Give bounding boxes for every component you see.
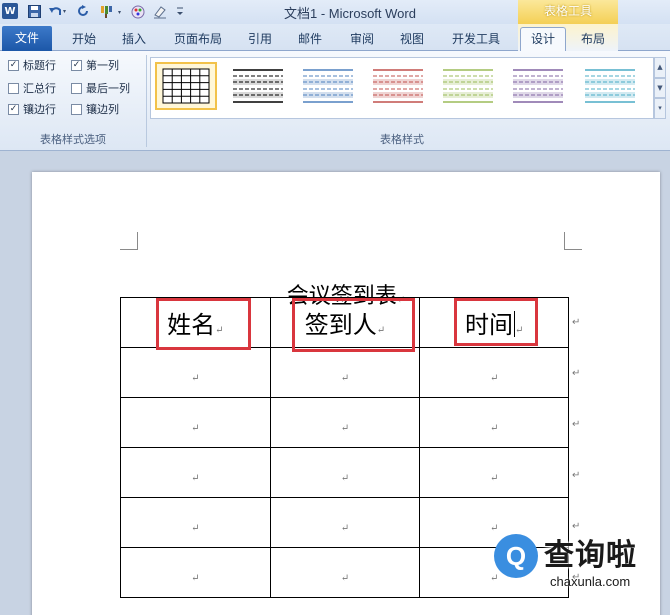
cell-end-mark: ↵ — [340, 472, 350, 484]
redo-icon[interactable] — [76, 3, 92, 20]
cell-end-mark: ↵ — [340, 372, 350, 384]
table-cell[interactable]: ↵ — [120, 447, 271, 498]
margin-corner-mark — [120, 232, 138, 250]
table-style-accent-5[interactable] — [579, 62, 641, 110]
table-cell[interactable]: ↵ — [269, 547, 421, 598]
margin-corner-mark — [564, 232, 582, 250]
cell-end-mark: ↵ — [191, 372, 200, 384]
table-tools-band: 设计 布局 — [518, 24, 618, 51]
group-label-table-styles: 表格样式 — [380, 133, 424, 146]
table-style-light-shading[interactable] — [227, 62, 289, 110]
tab-developer[interactable]: 开发工具 — [442, 28, 510, 51]
tab-page-layout[interactable]: 页面布局 — [164, 28, 232, 51]
table-styles-gallery — [150, 57, 654, 119]
tab-home[interactable]: 开始 — [62, 28, 106, 51]
gallery-scroll: ▲ ▼ ▾ — [654, 57, 666, 120]
tab-review[interactable]: 审阅 — [340, 28, 384, 51]
table-cell[interactable]: ↵ — [120, 347, 271, 398]
table-tools-header: 表格工具 — [518, 0, 618, 24]
gallery-up-icon[interactable]: ▲ — [654, 57, 666, 78]
table-cell[interactable]: ↵ — [120, 547, 271, 598]
watermark-title: 查询啦 — [544, 538, 637, 573]
customize-icon[interactable] — [174, 3, 186, 20]
checkbox-box[interactable] — [71, 103, 82, 115]
group-label-style-options: 表格样式选项 — [40, 133, 106, 146]
cell-end-mark: ↵ — [191, 572, 200, 584]
checkbox-banded-columns[interactable]: 镶边列 — [71, 101, 119, 117]
cell-end-mark: ↵ — [340, 422, 350, 434]
checkbox-last-column[interactable]: 最后一列 — [71, 80, 130, 96]
table-style-accent-2[interactable] — [367, 62, 429, 110]
checkbox-label: 标题行 — [23, 59, 56, 72]
table-row: ↵ ↵ ↵ — [120, 447, 569, 498]
checkbox-first-column[interactable]: ✓ 第一列 — [71, 57, 119, 73]
checkbox-label: 第一列 — [86, 59, 119, 72]
cell-end-mark: ↵ — [340, 572, 350, 584]
undo-icon[interactable] — [47, 3, 69, 20]
cell-end-mark: ↵ — [191, 472, 200, 484]
table-cell[interactable]: ↵ — [269, 447, 421, 498]
row-end-mark: ↵ — [572, 419, 581, 430]
checkbox-label: 镶边列 — [86, 103, 119, 116]
table-cell[interactable]: ↵ — [120, 397, 271, 448]
row-end-mark: ↵ — [572, 368, 581, 379]
watermark-url: chaxunla.com — [550, 574, 631, 589]
table-cell[interactable]: ↵ — [419, 347, 569, 398]
checkbox-label: 汇总行 — [23, 82, 56, 95]
cell-end-mark: ↵ — [340, 522, 350, 534]
save-icon[interactable] — [26, 3, 42, 20]
cell-end-mark: ↵ — [489, 472, 499, 484]
paint-icon[interactable] — [130, 3, 146, 20]
checkbox-total-row[interactable]: 汇总行 — [8, 80, 56, 96]
cell-end-mark: ↵ — [191, 422, 200, 434]
cell-end-mark: ↵ — [489, 422, 499, 434]
checkbox-header-row[interactable]: ✓ 标题行 — [8, 57, 56, 73]
tab-view[interactable]: 视图 — [390, 28, 434, 51]
tab-insert[interactable]: 插入 — [112, 28, 156, 51]
table-row: ↵ ↵ ↵ — [120, 397, 569, 448]
table-style-grid[interactable] — [155, 62, 217, 110]
table-cell[interactable]: ↵ — [269, 347, 421, 398]
cell-end-mark: ↵ — [489, 372, 499, 384]
table-cell[interactable]: ↵ — [419, 447, 569, 498]
gallery-more-icon[interactable]: ▾ — [654, 98, 666, 120]
table-style-accent-3[interactable] — [437, 62, 499, 110]
checkbox-box[interactable] — [8, 82, 19, 94]
row-end-mark: ↵ — [572, 470, 581, 481]
checkbox-box[interactable]: ✓ — [71, 59, 82, 71]
table-cell[interactable]: ↵ — [419, 397, 569, 448]
checkbox-box[interactable] — [71, 82, 82, 94]
format-painter-icon[interactable] — [98, 3, 126, 20]
cell-end-mark: ↵ — [191, 522, 200, 534]
row-end-mark: ↵ — [572, 317, 581, 328]
window-title: 文档1 - Microsoft Word — [284, 6, 416, 21]
tab-design[interactable]: 设计 — [520, 27, 566, 51]
table-style-accent-1[interactable] — [297, 62, 359, 110]
checkbox-label: 镶边行 — [23, 103, 56, 116]
tab-references[interactable]: 引用 — [238, 28, 282, 51]
table-cell[interactable]: ↵ — [120, 497, 271, 548]
table-cell[interactable]: ↵ — [269, 397, 421, 448]
checkbox-label: 最后一列 — [86, 82, 130, 95]
checkbox-box[interactable]: ✓ — [8, 103, 19, 115]
watermark-q-icon: Q — [494, 534, 538, 578]
highlight-box-time — [454, 298, 538, 346]
checkbox-banded-rows[interactable]: ✓ 镶边行 — [8, 101, 56, 117]
table-style-accent-4[interactable] — [507, 62, 569, 110]
table-cell[interactable]: ↵ — [269, 497, 421, 548]
eraser-icon[interactable] — [152, 3, 168, 20]
tab-file[interactable]: 文件 — [2, 26, 52, 51]
checkbox-box[interactable]: ✓ — [8, 59, 19, 71]
word-app-icon[interactable]: W — [2, 3, 18, 19]
group-separator — [146, 55, 147, 147]
highlight-box-signer — [292, 298, 415, 352]
table-row: ↵ ↵ ↵ — [120, 347, 569, 398]
tab-mailings[interactable]: 邮件 — [288, 28, 332, 51]
ribbon-design: ✓ 标题行 ✓ 第一列 汇总行 最后一列 ✓ 镶边行 镶边列 表格样式选项 ▲ … — [0, 51, 670, 151]
tab-layout[interactable]: 布局 — [570, 28, 616, 51]
highlight-box-name — [156, 298, 251, 350]
gallery-down-icon[interactable]: ▼ — [654, 77, 666, 99]
watermark-logo: Q 查询啦 chaxunla.com — [494, 528, 666, 606]
